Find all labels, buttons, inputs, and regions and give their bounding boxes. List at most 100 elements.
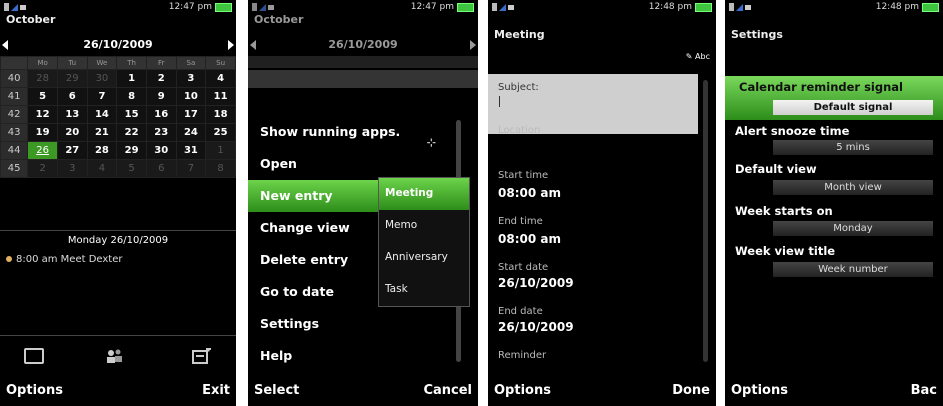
menu-item-show-running-apps[interactable]: Show running apps. ⊹ [248, 116, 448, 149]
exit-softkey[interactable]: Exit [202, 383, 230, 398]
day-cell[interactable]: 29 [56, 69, 88, 88]
options-softkey[interactable]: Options [494, 383, 551, 398]
day-cell[interactable]: 9 [145, 87, 177, 106]
day-cell[interactable]: 8 [205, 159, 236, 178]
setting-week-view-title-label[interactable]: Week view title [735, 244, 835, 258]
day-cell[interactable]: 1 [116, 69, 147, 88]
reminder-label[interactable]: Reminder [498, 350, 546, 361]
submenu-item-memo[interactable]: Memo [379, 210, 469, 242]
day-cell[interactable]: 14 [86, 105, 118, 124]
day-cell[interactable]: 23 [145, 123, 177, 142]
calendar-view-icon[interactable] [24, 348, 44, 364]
form-scrollbar[interactable] [703, 80, 708, 362]
setting-calendar-reminder-signal[interactable]: Calendar reminder signal Default signal [725, 76, 943, 120]
cancel-softkey[interactable]: Cancel [423, 383, 472, 398]
clock: 12:48 pm [648, 2, 692, 12]
status-bar: 12:47 pm [248, 0, 478, 14]
day-cell[interactable]: 3 [56, 159, 88, 178]
day-cell[interactable]: 17 [175, 105, 207, 124]
day-cell[interactable]: 22 [116, 123, 147, 142]
setting-default-view-value[interactable]: Month view [773, 180, 933, 195]
day-cell[interactable]: 24 [175, 123, 207, 142]
week-number: 41 [0, 87, 29, 106]
menu-item-help[interactable]: Help [248, 340, 448, 372]
day-cell[interactable]: 30 [145, 141, 177, 160]
day-cell[interactable]: 20 [56, 123, 88, 142]
day-cell[interactable]: 25 [205, 123, 236, 142]
people-icon[interactable] [104, 348, 124, 364]
selected-day-cell[interactable]: 26 [27, 141, 58, 160]
options-softkey[interactable]: Options [731, 383, 788, 398]
meeting-form-screen: 12:48 pm Meeting ✎ Abc Subject: Location… [488, 0, 716, 406]
screen-title: October [254, 13, 304, 26]
start-time-value[interactable]: 08:00 am [498, 186, 561, 200]
back-softkey[interactable]: Bac [911, 383, 937, 398]
day-cell[interactable]: 28 [27, 69, 58, 88]
divider [0, 335, 236, 336]
weekday-header: Sa [175, 56, 207, 70]
day-cell[interactable]: 13 [56, 105, 88, 124]
day-cell[interactable]: 30 [86, 69, 118, 88]
setting-label: Calendar reminder signal [739, 80, 903, 94]
week-number: 43 [0, 123, 29, 142]
day-cell[interactable]: 18 [205, 105, 236, 124]
day-cell[interactable]: 15 [116, 105, 147, 124]
day-cell[interactable]: 5 [116, 159, 147, 178]
week-row: 41 5 6 7 8 9 10 11 [0, 87, 236, 106]
status-bar: 12:48 pm [725, 0, 943, 14]
done-softkey[interactable]: Done [672, 383, 710, 398]
end-time-value[interactable]: 08:00 am [498, 232, 561, 246]
day-cell[interactable]: 12 [27, 105, 58, 124]
setting-value[interactable]: Default signal [773, 100, 933, 115]
day-cell[interactable]: 6 [145, 159, 177, 178]
day-cell[interactable]: 19 [27, 123, 58, 142]
day-cell[interactable]: 3 [175, 69, 207, 88]
setting-alert-snooze-time-value[interactable]: 5 mins [773, 140, 933, 155]
day-cell[interactable]: 2 [145, 69, 177, 88]
day-cell[interactable]: 7 [175, 159, 207, 178]
softkey-bar: Options Done [488, 372, 716, 406]
new-entry-icon[interactable] [192, 346, 212, 364]
end-date-value[interactable]: 26/10/2009 [498, 320, 574, 334]
day-cell[interactable]: 31 [175, 141, 207, 160]
menu-item-settings[interactable]: Settings [248, 308, 448, 340]
day-cell[interactable]: 29 [116, 141, 147, 160]
month-grid: Mo Tu We Th Fr Sa Su 40 28 29 30 1 2 3 4 41 5 6 7 8 9… [0, 56, 236, 178]
day-cell[interactable]: 4 [205, 69, 236, 88]
day-cell[interactable]: 28 [86, 141, 118, 160]
week-row: 44 26 27 28 29 30 31 1 [0, 141, 236, 160]
day-cell[interactable]: 11 [205, 87, 236, 106]
softkey-bar: Options Exit [0, 372, 236, 406]
status-bar: 12:47 pm [0, 0, 236, 14]
calendar-month-screen: 12:47 pm October 26/10/2009 Mo Tu We Th … [0, 0, 236, 406]
day-cell[interactable]: 5 [27, 87, 58, 106]
day-cell[interactable]: 4 [86, 159, 118, 178]
options-softkey[interactable]: Options [6, 383, 63, 398]
location-label[interactable]: Location [498, 125, 540, 136]
setting-week-starts-on-label[interactable]: Week starts on [735, 204, 833, 218]
setting-week-starts-on-value[interactable]: Monday [773, 221, 933, 236]
submenu-item-anniversary[interactable]: Anniversary [379, 242, 469, 274]
day-cell[interactable]: 1 [205, 141, 236, 160]
menu-item-open[interactable]: Open [248, 148, 448, 180]
setting-week-view-title-value[interactable]: Week number [773, 262, 933, 277]
day-cell[interactable]: 7 [86, 87, 118, 106]
submenu-item-task[interactable]: Task [379, 274, 469, 306]
input-mode-indicator: ✎ Abc [686, 52, 710, 61]
day-cell[interactable]: 6 [56, 87, 88, 106]
day-cell[interactable]: 10 [175, 87, 207, 106]
day-cell[interactable]: 16 [145, 105, 177, 124]
day-cell[interactable]: 8 [116, 87, 147, 106]
submenu-item-meeting[interactable]: Meeting [379, 178, 469, 210]
next-month-arrow-icon[interactable] [228, 40, 234, 50]
setting-default-view-label[interactable]: Default view [735, 162, 817, 176]
select-softkey[interactable]: Select [254, 383, 299, 398]
current-date: 26/10/2009 [83, 38, 153, 51]
start-date-value[interactable]: 26/10/2009 [498, 276, 574, 290]
day-cell[interactable]: 21 [86, 123, 118, 142]
input-mode-label: Abc [695, 52, 710, 61]
day-cell[interactable]: 2 [27, 159, 58, 178]
event-item[interactable]: 8:00 am Meet Dexter [6, 254, 123, 265]
day-cell[interactable]: 27 [56, 141, 88, 160]
setting-alert-snooze-time-label[interactable]: Alert snooze time [735, 124, 849, 138]
